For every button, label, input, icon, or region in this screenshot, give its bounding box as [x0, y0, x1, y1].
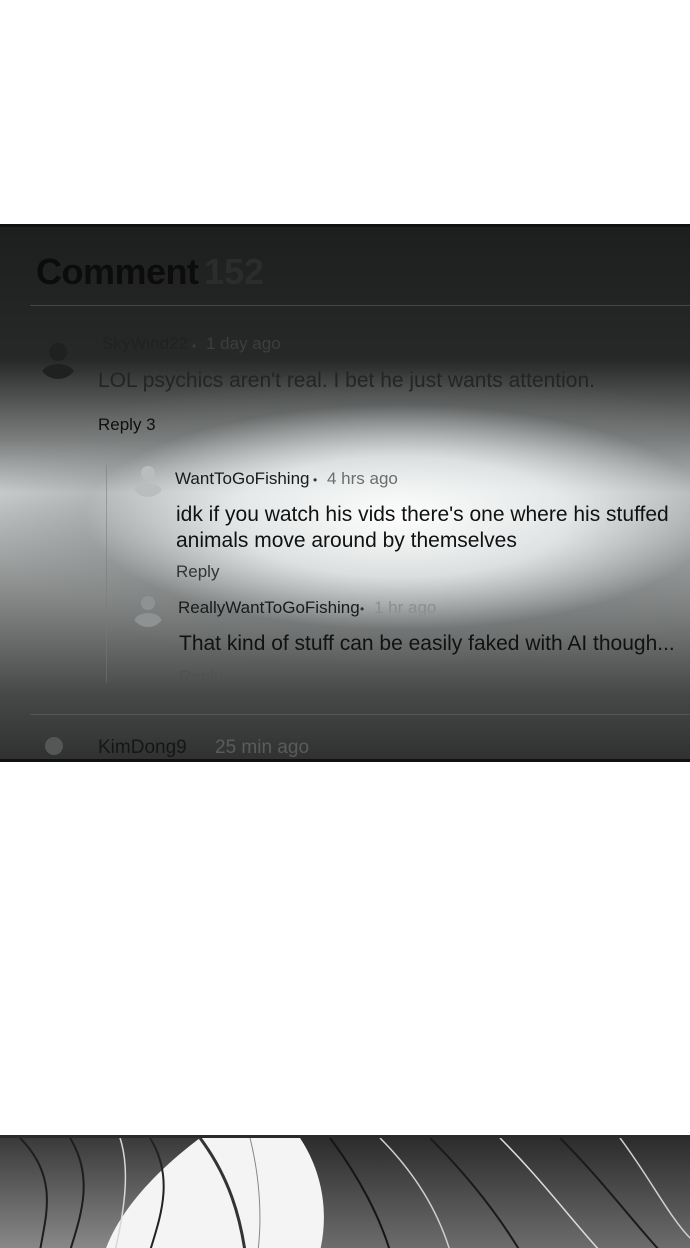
avatar-icon [38, 339, 78, 379]
reply-username[interactable]: ReallyWantToGoFishing [178, 598, 360, 618]
reply-text-line-1: idk if you watch his vids there's one wh… [176, 503, 669, 526]
thread-line [106, 465, 107, 683]
reply-button[interactable]: Reply [179, 667, 222, 687]
avatar-icon [131, 593, 165, 627]
reply-timestamp: 4 hrs ago [327, 469, 398, 488]
hair-illustration [0, 1135, 690, 1248]
reply-text-line-2: animals move around by themselves [176, 529, 517, 552]
avatar-icon [34, 733, 74, 759]
comment-timestamp: 1 day ago [206, 334, 281, 353]
comment-separator: • [192, 339, 197, 353]
comments-count: 152 [204, 251, 265, 292]
comment-username[interactable]: KimDong9 [98, 737, 187, 759]
reply-timestamp: 1 hr ago [374, 598, 437, 617]
comment-panel: Comment 152 SkyWind22 • 1 day ago LOL ps… [0, 224, 690, 762]
comment-username[interactable]: SkyWind22 [102, 334, 188, 354]
reply-text: That kind of stuff can be easily faked w… [179, 632, 675, 655]
reply-separator: • [313, 473, 318, 487]
avatar-icon [131, 463, 165, 497]
reply-button[interactable]: Reply 3 [98, 415, 156, 435]
comment-separator: • [200, 742, 205, 756]
comments-title: Comment [36, 251, 199, 292]
comment-text: LOL psychics aren't real. I bet he just … [98, 369, 595, 392]
reply-username[interactable]: WantToGoFishing [175, 469, 309, 489]
reply-button[interactable]: Reply [176, 562, 219, 582]
comment-timestamp: 25 min ago [215, 737, 310, 758]
header-divider [30, 305, 690, 306]
comment-divider [30, 714, 690, 715]
reply-separator: • [360, 602, 365, 616]
